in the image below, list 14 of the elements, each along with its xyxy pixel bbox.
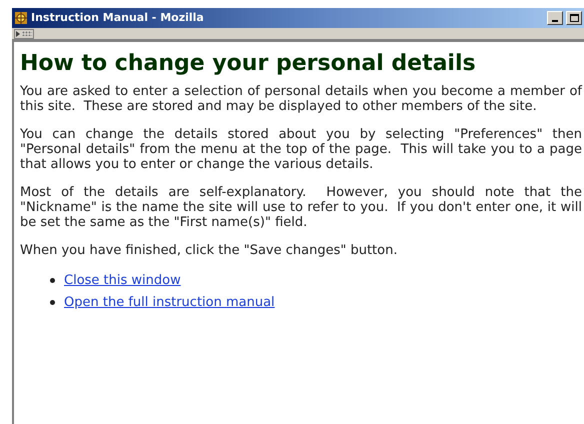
- bullet-icon: [50, 278, 55, 283]
- minimize-button[interactable]: [547, 11, 563, 25]
- window-title: Instruction Manual - Mozilla: [31, 10, 205, 26]
- toolbar-grippy[interactable]: [14, 28, 34, 38]
- paragraph: When you have finished, click the "Save changes" button.: [20, 243, 398, 258]
- paragraph: Most of the details are self-explanatory. However, you should note that the "Nickname" is the name the site will use to refer to you. If you don't enter one, it will be set the same as the "First name(s)" field.: [20, 185, 583, 230]
- page-heading: How to change your personal details: [20, 50, 477, 78]
- maximize-button[interactable]: [566, 11, 582, 25]
- app-icon: [14, 11, 28, 25]
- paragraph: You are asked to enter a selection of personal details when you become a member of this site. These are stored and may be displayed to other members of the site.: [20, 84, 584, 114]
- bullet-icon: [50, 300, 55, 305]
- link[interactable]: Open the full instruction manual: [64, 295, 275, 310]
- paragraph: You can change the details stored about you by selecting "Preferences" then "Personal details" from the menu at the top of the page. This will take you to a page that allows you to enter or change the various details.: [20, 127, 583, 172]
- link[interactable]: Close this window: [64, 273, 181, 288]
